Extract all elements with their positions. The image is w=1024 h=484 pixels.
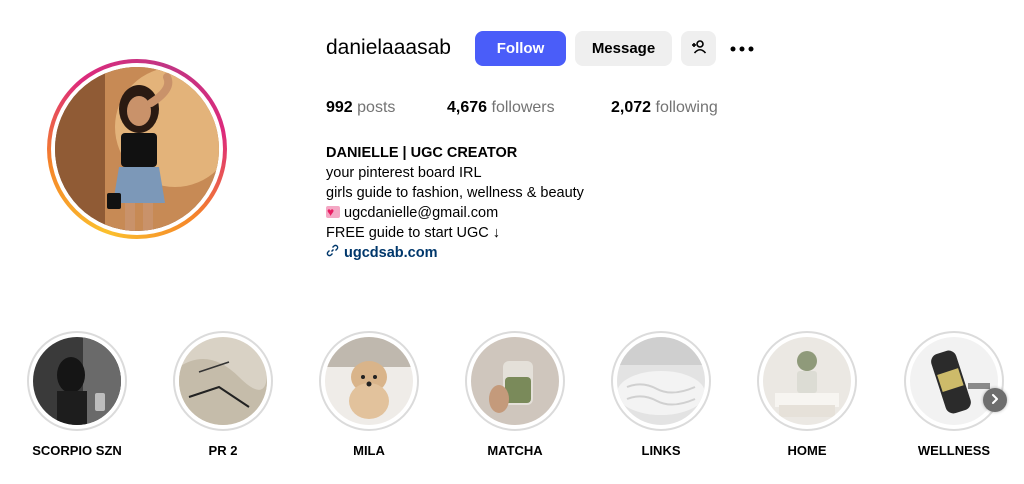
bio-link-text: ugcdsab.com bbox=[344, 245, 438, 261]
follow-button[interactable]: Follow bbox=[475, 31, 566, 66]
highlights-next-button[interactable] bbox=[983, 388, 1007, 412]
message-button[interactable]: Message bbox=[575, 31, 672, 66]
highlight-cover bbox=[763, 337, 851, 425]
bio-line: your pinterest board IRL bbox=[326, 165, 482, 181]
following-count: 2,072 bbox=[611, 99, 652, 116]
more-options-icon bbox=[730, 39, 754, 57]
profile-page: danielaaasab Follow Message 992 posts 4,… bbox=[0, 0, 1024, 484]
followers-count: 4,676 bbox=[447, 99, 488, 116]
bio-line: FREE guide to start UGC ↓ bbox=[326, 225, 501, 241]
profile-username: danielaaasab bbox=[326, 36, 451, 59]
highlight-label: SCORPIO SZN bbox=[32, 443, 122, 458]
following-label: following bbox=[655, 99, 718, 116]
chevron-right-icon bbox=[990, 391, 1000, 409]
highlight-label: MILA bbox=[353, 443, 385, 458]
highlight-label: MATCHA bbox=[487, 443, 543, 458]
add-person-icon bbox=[691, 39, 707, 59]
highlight-item[interactable]: MATCHA bbox=[465, 331, 565, 458]
posts-count: 992 bbox=[326, 99, 353, 116]
highlight-label: PR 2 bbox=[208, 443, 238, 458]
highlight-item[interactable]: MILA bbox=[319, 331, 419, 458]
bio-email: ugcdanielle@gmail.com bbox=[344, 205, 499, 221]
following-stat[interactable]: 2,072 following bbox=[611, 99, 718, 117]
highlight-label: WELLNESS bbox=[917, 443, 991, 458]
followers-stat[interactable]: 4,676 followers bbox=[447, 99, 555, 117]
more-options-button[interactable] bbox=[728, 38, 756, 58]
heart-letter-icon bbox=[326, 202, 340, 222]
highlight-label: HOME bbox=[787, 443, 827, 458]
highlight-cover bbox=[617, 337, 705, 425]
link-icon bbox=[326, 243, 339, 263]
profile-avatar[interactable] bbox=[47, 59, 227, 239]
highlight-label: LINKS bbox=[641, 443, 681, 458]
bio-name: DANIELLE | UGC CREATOR bbox=[326, 145, 518, 161]
highlight-item[interactable]: HOME bbox=[757, 331, 857, 458]
profile-bio: DANIELLE | UGC CREATOR your pinterest bo… bbox=[326, 143, 584, 263]
bio-email-line: ugcdanielle@gmail.com bbox=[326, 202, 584, 223]
highlight-item[interactable]: LINKS bbox=[611, 331, 711, 458]
highlight-cover bbox=[325, 337, 413, 425]
highlight-cover bbox=[910, 337, 998, 425]
bio-link[interactable]: ugcdsab.com bbox=[326, 243, 584, 263]
avatar-photo bbox=[55, 67, 219, 231]
highlight-item[interactable]: SCORPIO SZN bbox=[27, 331, 127, 458]
bio-line: girls guide to fashion, wellness & beaut… bbox=[326, 185, 584, 201]
followers-label: followers bbox=[491, 99, 555, 116]
highlight-cover bbox=[471, 337, 559, 425]
suggested-accounts-button[interactable] bbox=[681, 31, 716, 66]
highlight-item[interactable]: PR 2 bbox=[173, 331, 273, 458]
highlight-cover bbox=[179, 337, 267, 425]
highlight-cover bbox=[33, 337, 121, 425]
posts-stat: 992 posts bbox=[326, 99, 395, 117]
posts-label: posts bbox=[357, 99, 396, 116]
